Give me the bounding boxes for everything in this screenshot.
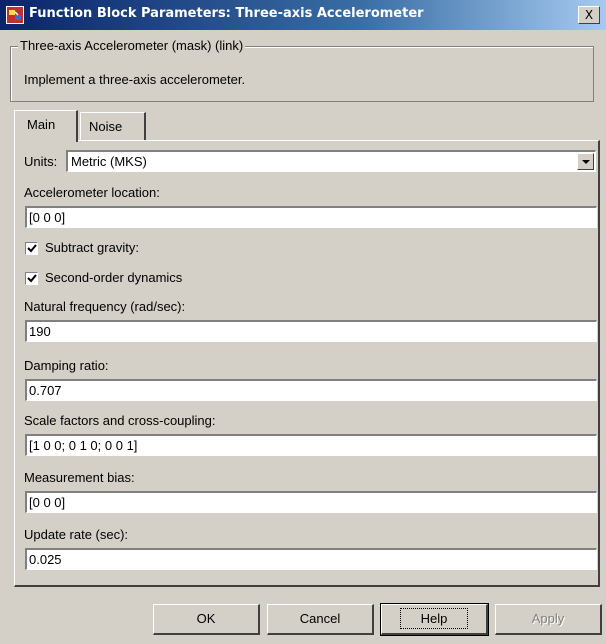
units-label: Units: xyxy=(24,154,58,169)
dropdown-arrow-icon[interactable] xyxy=(577,153,594,170)
update-rate-input[interactable]: 0.025 xyxy=(25,548,597,570)
scale-factors-input[interactable]: [1 0 0; 0 1 0; 0 0 1] xyxy=(25,434,597,456)
measurement-bias-label: Measurement bias: xyxy=(24,470,135,485)
units-selected-value: Metric (MKS) xyxy=(71,154,147,169)
checkmark-icon xyxy=(27,274,37,283)
second-order-label[interactable]: Second-order dynamics xyxy=(45,270,182,285)
subtract-gravity-label[interactable]: Subtract gravity: xyxy=(45,240,139,255)
damping-ratio-label: Damping ratio: xyxy=(24,358,109,373)
measurement-bias-input[interactable]: [0 0 0] xyxy=(25,491,597,513)
close-button[interactable]: X xyxy=(578,6,600,24)
title-bar[interactable]: Function Block Parameters: Three-axis Ac… xyxy=(0,0,606,30)
help-button[interactable]: Help xyxy=(380,603,489,636)
window-title: Function Block Parameters: Three-axis Ac… xyxy=(29,6,424,21)
simulink-app-icon xyxy=(6,6,24,24)
description-text: Implement a three-axis accelerometer. xyxy=(24,72,246,87)
units-dropdown[interactable]: Metric (MKS) xyxy=(66,150,596,172)
apply-button[interactable]: Apply xyxy=(495,604,602,635)
location-label: Accelerometer location: xyxy=(24,185,160,200)
location-input[interactable]: [0 0 0] xyxy=(25,206,597,228)
subtract-gravity-checkbox[interactable] xyxy=(25,242,38,255)
scale-factors-label: Scale factors and cross-coupling: xyxy=(24,413,216,428)
tab-noise[interactable]: Noise xyxy=(80,112,146,140)
tab-noise-label: Noise xyxy=(89,119,123,134)
tab-main-label: Main xyxy=(27,117,56,132)
close-icon: X xyxy=(584,8,594,22)
second-order-checkbox[interactable] xyxy=(25,272,38,285)
description-group-label: Three-axis Accelerometer (mask) (link) xyxy=(18,38,246,53)
cancel-button[interactable]: Cancel xyxy=(267,604,374,635)
natural-frequency-input[interactable]: 190 xyxy=(25,320,597,342)
tab-main[interactable]: Main xyxy=(14,110,78,142)
checkmark-icon xyxy=(27,244,37,253)
dialog-window: Function Block Parameters: Three-axis Ac… xyxy=(0,0,606,644)
ok-button[interactable]: OK xyxy=(153,604,260,635)
update-rate-label: Update rate (sec): xyxy=(24,527,129,542)
damping-ratio-input[interactable]: 0.707 xyxy=(25,379,597,401)
help-button-label: Help xyxy=(399,608,469,629)
natural-frequency-label: Natural frequency (rad/sec): xyxy=(24,299,186,314)
